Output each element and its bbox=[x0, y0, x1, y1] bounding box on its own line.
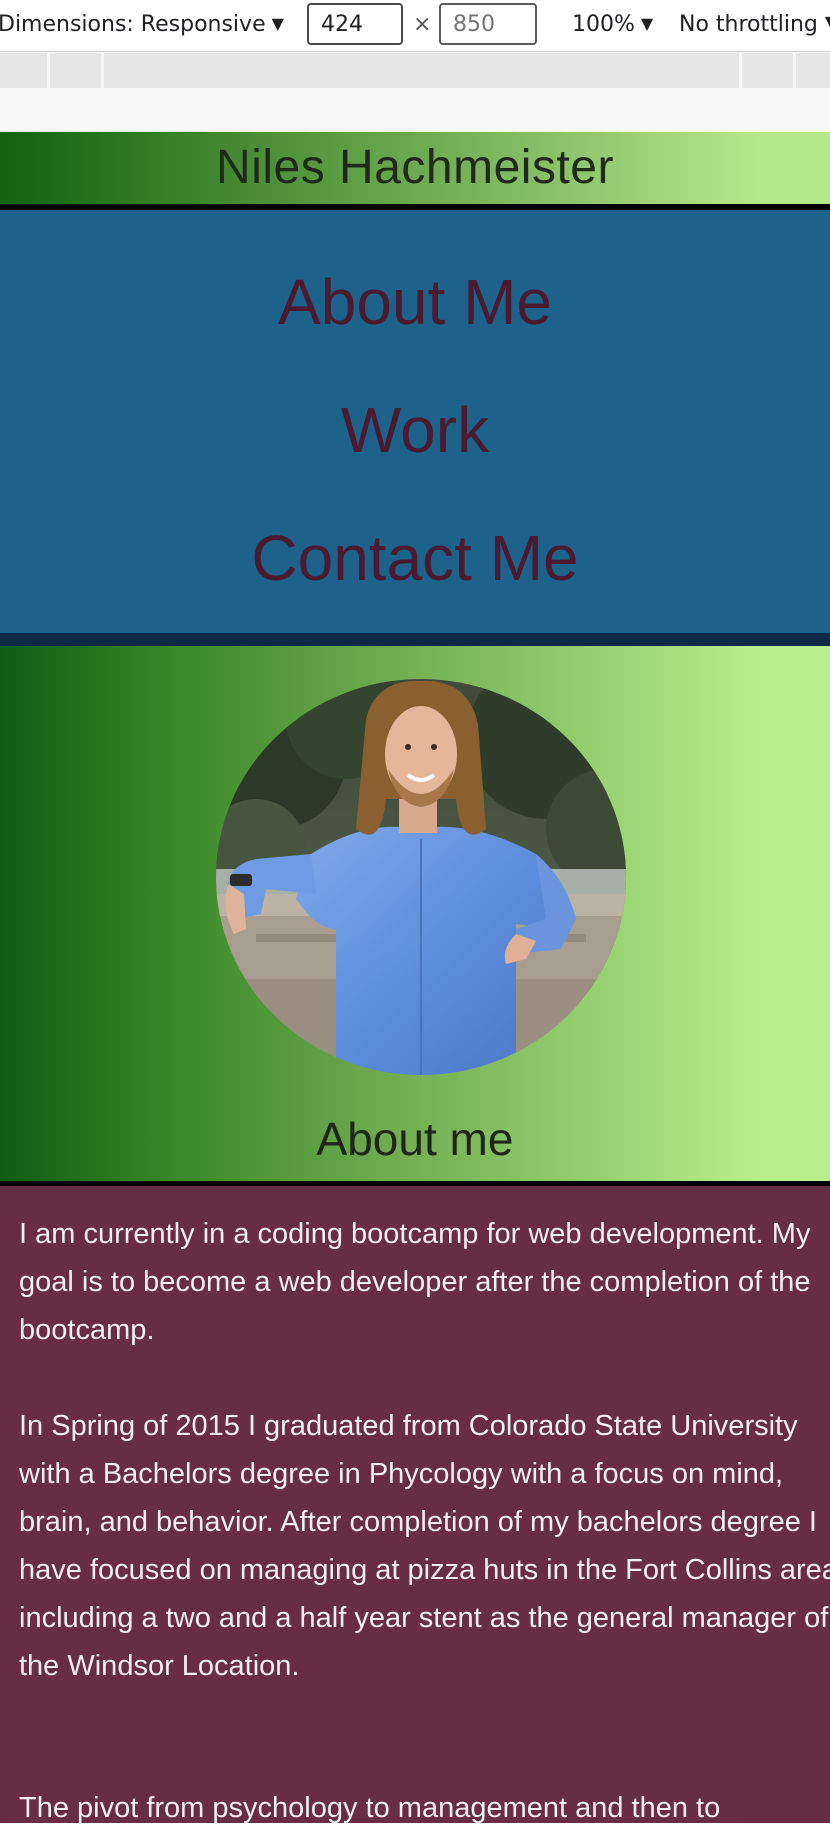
ruler-divider[interactable] bbox=[47, 53, 50, 88]
height-input[interactable] bbox=[439, 3, 537, 45]
media-query-ruler bbox=[0, 53, 830, 88]
ruler-spacer bbox=[0, 88, 830, 132]
about-paragraph: In Spring of 2015 I graduated from Color… bbox=[19, 1410, 830, 1682]
ruler-divider[interactable] bbox=[739, 53, 742, 88]
site-header: Niles Hachmeister bbox=[0, 132, 830, 204]
profile-photo bbox=[216, 679, 626, 1075]
dimensions-label: Dimensions: Responsive bbox=[0, 12, 266, 37]
nav-link-contact-me[interactable]: Contact Me bbox=[0, 518, 830, 598]
times-icon: × bbox=[413, 12, 432, 37]
dropdown-arrow-icon: ▼ bbox=[271, 14, 284, 33]
devtools-toolbar: Dimensions: Responsive ▼ × 100% ▼ No throt… bbox=[0, 0, 830, 52]
main-nav: About Me Work Contact Me bbox=[0, 210, 830, 633]
width-input[interactable] bbox=[307, 3, 403, 45]
zoom-dropdown[interactable]: 100% ▼ bbox=[572, 12, 653, 37]
dropdown-arrow-icon: ▼ bbox=[640, 14, 654, 33]
nav-link-about-me[interactable]: About Me bbox=[0, 262, 830, 342]
throttling-dropdown[interactable]: No throttling ▼ bbox=[679, 12, 830, 37]
zoom-label: 100% bbox=[572, 12, 635, 37]
dimensions-dropdown[interactable]: Dimensions: Responsive ▼ bbox=[0, 12, 284, 37]
ruler-divider[interactable] bbox=[101, 53, 104, 88]
about-paragraph: I am currently in a coding bootcamp for … bbox=[19, 1218, 811, 1346]
site-title: Niles Hachmeister bbox=[216, 141, 614, 194]
about-paragraph: The pivot from psychology to management … bbox=[19, 1792, 721, 1824]
about-hero: About me bbox=[0, 646, 830, 1181]
nav-divider bbox=[0, 633, 830, 646]
about-section: I am currently in a coding bootcamp for … bbox=[0, 1186, 830, 1824]
ruler-divider[interactable] bbox=[793, 53, 796, 88]
nav-link-work[interactable]: Work bbox=[0, 390, 830, 470]
about-heading: About me bbox=[316, 1113, 514, 1165]
